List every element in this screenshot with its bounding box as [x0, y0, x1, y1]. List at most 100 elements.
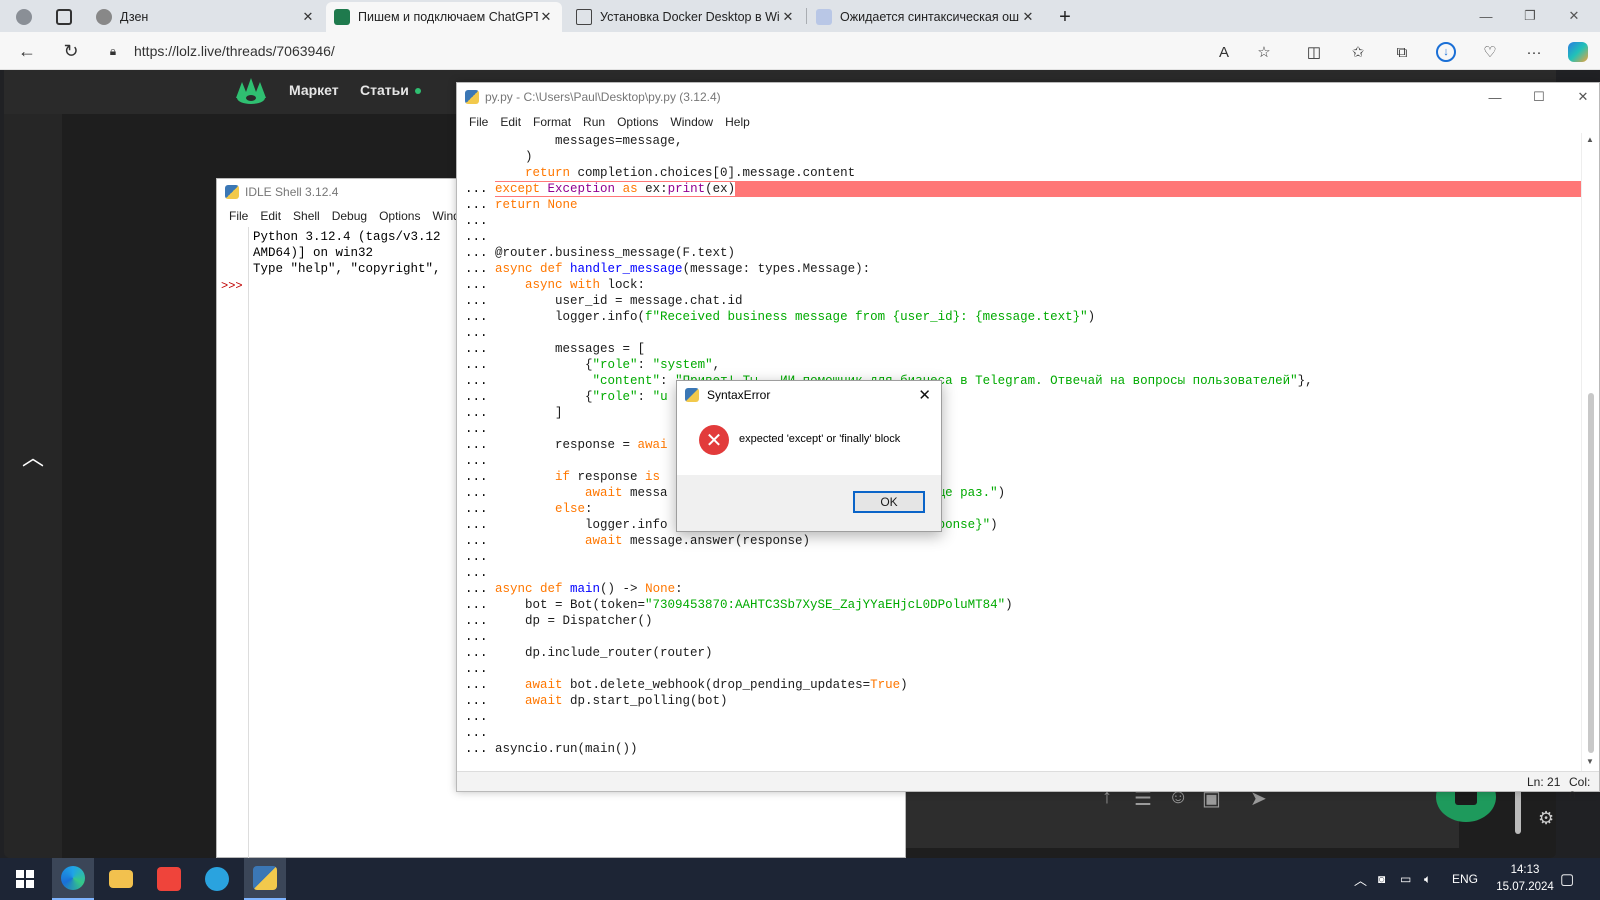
favorite-button[interactable]: ☆ — [1250, 38, 1278, 66]
taskbar-edge[interactable] — [52, 858, 94, 900]
page-favicon-icon — [576, 9, 592, 25]
shell-menu-options[interactable]: Options — [373, 209, 426, 223]
scroll-to-top-button[interactable]: ︿ — [22, 440, 44, 472]
code-line: ... logger.info : {response}") — [465, 518, 998, 532]
taskbar-telegram[interactable] — [196, 858, 238, 900]
code-line: ... {"role": "system", — [465, 358, 721, 372]
minimize-button[interactable]: — — [1464, 0, 1508, 32]
lolz-logo-icon[interactable] — [234, 76, 268, 106]
editor-maximize-button[interactable]: ☐ — [1517, 83, 1561, 111]
editor-statusbar: Ln: 21 Col: 0 — [457, 771, 1599, 803]
ok-button[interactable]: OK — [853, 491, 925, 513]
tab-actions-button[interactable] — [48, 2, 84, 32]
anydesk-icon — [157, 867, 181, 891]
read-aloud-button[interactable]: A — [1210, 38, 1238, 66]
download-icon: ↓ — [1436, 42, 1456, 62]
nav-articles[interactable]: Статьи — [360, 82, 421, 98]
notifications-icon[interactable]: ▢ — [1560, 858, 1574, 900]
shell-menu-shell[interactable]: Shell — [287, 209, 326, 223]
star-icon: ☆ — [1257, 44, 1271, 61]
tab-syntax-error[interactable]: Ожидается синтаксическая оши ✕ — [808, 2, 1044, 32]
code-line: ... await message.answer(response) — [465, 534, 811, 548]
scrollbar-thumb[interactable] — [1588, 393, 1594, 753]
reload-button[interactable]: ↻ — [56, 36, 86, 66]
split-screen-button[interactable]: ◫ — [1300, 38, 1328, 66]
close-tab-icon[interactable]: ✕ — [1020, 9, 1036, 25]
favorites-button[interactable]: ✩ — [1344, 38, 1372, 66]
settings-gear-icon[interactable]: ⚙ — [1538, 808, 1554, 829]
clock-time: 14:13 — [1510, 864, 1540, 876]
editor-menu-help[interactable]: Help — [719, 115, 756, 129]
tab-label: Ожидается синтаксическая оши — [840, 10, 1020, 24]
minimize-icon: — — [1488, 89, 1502, 105]
code-line: ... await bot.delete_webhook(drop_pendin… — [465, 678, 908, 692]
lock-icon[interactable]: 🔒︎ — [100, 44, 126, 59]
plus-icon: + — [1059, 5, 1071, 28]
nav-market[interactable]: Маркет — [289, 82, 339, 98]
heart-pulse-icon: ♡ — [1483, 44, 1497, 61]
python-icon — [225, 185, 239, 199]
code-line: ... bot = Bot(token="7309453870:AAHTC3Sb… — [465, 598, 1013, 612]
input-language[interactable]: ENG — [1452, 858, 1478, 900]
editor-menu-format[interactable]: Format — [527, 115, 577, 129]
editor-title: py.py - C:\Users\Paul\Desktop\py.py (3.1… — [485, 90, 721, 104]
scroll-up-arrow-icon[interactable]: ▲ — [1586, 135, 1594, 144]
address-bar[interactable]: 🔒︎ https://lolz.live/threads/7063946/ — [100, 36, 1230, 66]
favorites-star-icon: ✩ — [1351, 44, 1365, 61]
close-window-button[interactable]: ✕ — [1552, 0, 1596, 32]
close-tab-icon[interactable]: ✕ — [780, 9, 796, 25]
browser-toolbar: ← ↻ 🔒︎ https://lolz.live/threads/7063946… — [0, 32, 1600, 70]
downloads-button[interactable]: ↓ — [1432, 38, 1460, 66]
editor-scrollbar[interactable]: ▲ ▼ — [1581, 133, 1599, 773]
code-line: ... await messa обуй еще раз.") — [465, 486, 1006, 500]
editor-minimize-button[interactable]: — — [1473, 83, 1517, 111]
close-tab-icon[interactable]: ✕ — [300, 9, 316, 25]
browser-essentials-button[interactable]: ♡ — [1476, 38, 1504, 66]
taskbar-explorer[interactable] — [100, 858, 142, 900]
copilot-button[interactable] — [1564, 38, 1592, 66]
shell-menu-debug[interactable]: Debug — [326, 209, 373, 223]
new-indicator-dot — [414, 88, 421, 95]
back-button[interactable]: ← — [12, 36, 42, 66]
url-text[interactable]: https://lolz.live/threads/7063946/ — [134, 43, 335, 59]
taskbar-python-idle[interactable] — [244, 858, 286, 900]
network-icon[interactable]: ▭ — [1400, 858, 1411, 900]
volume-icon[interactable]: 🔈︎ — [1424, 858, 1431, 900]
code-line: ... — [465, 710, 488, 724]
copilot-icon — [1568, 42, 1588, 62]
shell-prompt-gutter: >>> — [217, 227, 249, 859]
dialog-titlebar: SyntaxError — [677, 381, 941, 409]
taskbar-anydesk[interactable] — [148, 858, 190, 900]
editor-menu-edit[interactable]: Edit — [494, 115, 527, 129]
shell-menu-edit[interactable]: Edit — [254, 209, 287, 223]
more-menu-button[interactable]: ··· — [1520, 38, 1548, 66]
shell-output[interactable]: Python 3.12.4 (tags/v3.12 AMD64)] on win3… — [253, 229, 441, 277]
tab-chatgpt-article[interactable]: Пишем и подключаем ChatGPT ✕ — [326, 2, 562, 32]
code-editor[interactable]: messages=message, ) return completion.ch… — [457, 133, 1581, 773]
profile-button[interactable] — [8, 2, 48, 32]
editor-menu-file[interactable]: File — [463, 115, 494, 129]
new-tab-button[interactable]: + — [1050, 2, 1080, 32]
shell-menu-file[interactable]: File — [223, 209, 254, 223]
dialog-close-button[interactable]: ✕ — [918, 386, 931, 404]
editor-menu-run[interactable]: Run — [577, 115, 611, 129]
editor-close-button[interactable]: ✕ — [1561, 83, 1600, 111]
editor-menu-options[interactable]: Options — [611, 115, 664, 129]
editor-menu-window[interactable]: Window — [664, 115, 719, 129]
scroll-down-arrow-icon[interactable]: ▼ — [1586, 757, 1594, 766]
maximize-icon: ☐ — [1533, 89, 1545, 104]
code-line: ... dp = Dispatcher() — [465, 614, 653, 628]
code-line: ... — [465, 630, 488, 644]
system-clock[interactable]: 14:13 15.07.2024 — [1490, 862, 1560, 896]
code-line: ... async def handler_message(message: ty… — [465, 262, 871, 276]
error-message: expected 'except' or 'finally' block — [739, 433, 901, 445]
tray-overflow-chevron-icon[interactable]: ︿ — [1354, 858, 1367, 900]
collections-button[interactable]: ⧉ — [1388, 38, 1416, 66]
start-button[interactable] — [4, 858, 46, 900]
tab-docker-install[interactable]: Установка Docker Desktop в Wi ✕ — [568, 2, 804, 32]
page-favicon-icon — [816, 9, 832, 25]
tab-dzen[interactable]: Дзен ✕ — [88, 2, 324, 32]
restore-button[interactable]: ❐ — [1508, 0, 1552, 32]
close-tab-icon[interactable]: ✕ — [538, 9, 554, 25]
tray-camera-icon[interactable]: ◙ — [1378, 858, 1385, 900]
